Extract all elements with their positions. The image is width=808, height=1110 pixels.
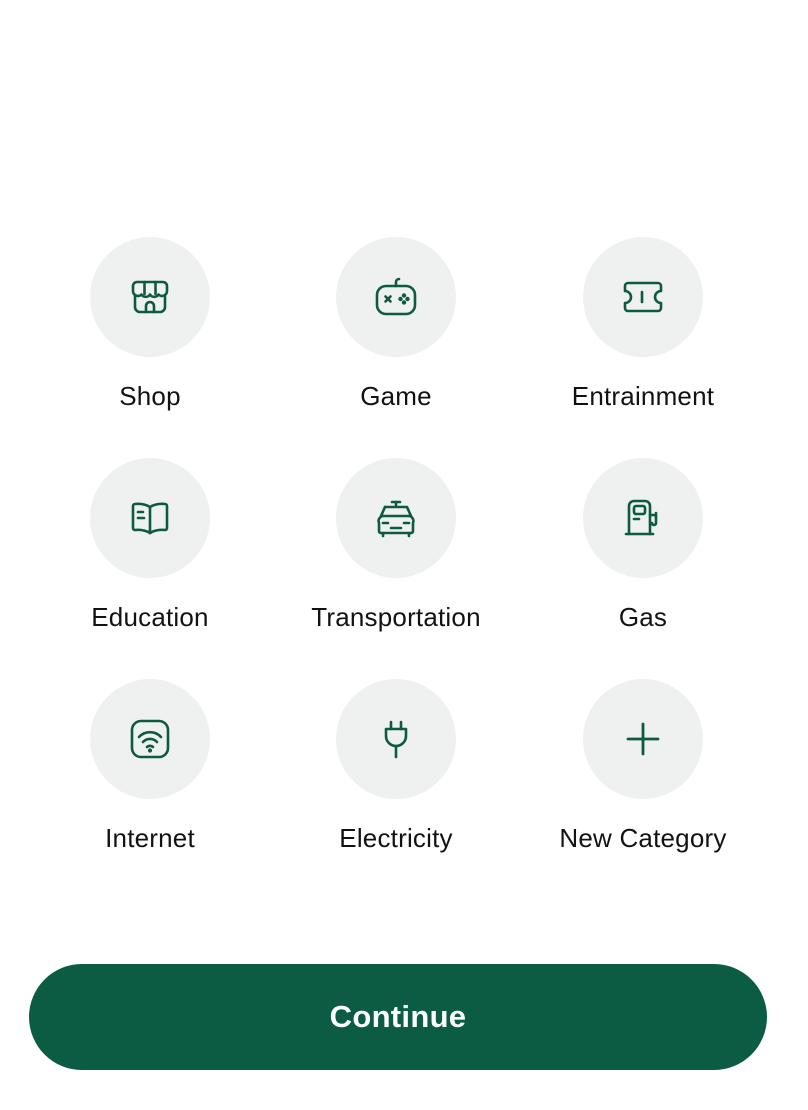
plug-icon bbox=[384, 720, 408, 759]
book-icon bbox=[131, 502, 169, 535]
category-icon-circle bbox=[336, 237, 456, 357]
category-label: Game bbox=[360, 381, 432, 411]
category-education[interactable]: Education bbox=[50, 458, 250, 658]
category-row: Education Transportation Gas bbox=[0, 458, 808, 658]
category-internet[interactable]: Internet bbox=[50, 679, 250, 879]
category-icon-circle bbox=[336, 679, 456, 799]
car-icon bbox=[377, 500, 415, 538]
category-label: Entrainment bbox=[571, 381, 715, 411]
category-label: Electricity bbox=[339, 823, 453, 853]
category-label: Education bbox=[91, 602, 209, 632]
continue-button[interactable]: Continue bbox=[29, 964, 767, 1070]
category-icon-circle bbox=[336, 458, 456, 578]
category-transportation[interactable]: Transportation bbox=[296, 458, 496, 658]
shop-icon bbox=[131, 280, 169, 314]
category-label: Transportation bbox=[311, 602, 481, 632]
category-label: Internet bbox=[105, 823, 195, 853]
category-icon-circle bbox=[90, 679, 210, 799]
gas-pump-icon bbox=[624, 499, 658, 536]
category-icon-circle bbox=[583, 458, 703, 578]
wifi-icon bbox=[130, 719, 170, 759]
gamepad-icon bbox=[375, 277, 417, 316]
category-icon-circle bbox=[583, 237, 703, 357]
category-entrainment[interactable]: Entrainment bbox=[543, 237, 743, 437]
plus-icon bbox=[626, 722, 660, 756]
ticket-icon bbox=[623, 281, 663, 313]
category-row: Internet Electricity New Category bbox=[0, 679, 808, 879]
category-icon-circle bbox=[90, 237, 210, 357]
category-game[interactable]: Game bbox=[296, 237, 496, 437]
category-label: New Category bbox=[559, 823, 727, 853]
category-icon-circle bbox=[583, 679, 703, 799]
category-icon-circle bbox=[90, 458, 210, 578]
category-electricity[interactable]: Electricity bbox=[296, 679, 496, 879]
category-new[interactable]: New Category bbox=[543, 679, 743, 879]
category-gas[interactable]: Gas bbox=[543, 458, 743, 658]
category-label: Shop bbox=[119, 381, 181, 411]
category-shop[interactable]: Shop bbox=[50, 237, 250, 437]
category-row: Shop Game Entrainment bbox=[0, 237, 808, 437]
category-label: Gas bbox=[618, 602, 668, 632]
